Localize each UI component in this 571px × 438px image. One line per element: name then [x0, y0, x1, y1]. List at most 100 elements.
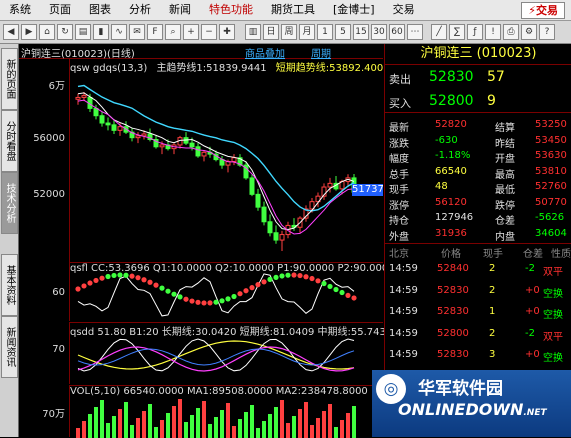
menu-page[interactable]: 页面 [40, 0, 80, 20]
menu-futures-tools[interactable]: 期货工具 [262, 0, 324, 20]
watermark-en: ONLINEDOWN.NET [398, 400, 547, 419]
quote-field-value: 53250 [535, 119, 567, 130]
tick-header: 北京 价格 现手 仓差 性质 [385, 243, 571, 260]
trade-button-label: 交易 [536, 4, 558, 17]
period-1-icon[interactable]: 1 [317, 24, 333, 40]
qsfl-dot [105, 273, 111, 280]
back-icon[interactable]: ◀ [3, 24, 19, 40]
quote-field-label: 仓差 [495, 216, 515, 227]
qsfl-dot [213, 299, 219, 305]
tick-row[interactable]: 14:59 52830 2 +0 空换 [385, 284, 571, 300]
qsfl-dot [309, 275, 315, 282]
minute-chart-icon[interactable]: ∿ [111, 24, 127, 40]
tick-qty: 2 [489, 327, 496, 339]
volume-bar [208, 424, 212, 438]
candle-body [189, 142, 195, 148]
quote-field-label: 开盘 [495, 154, 515, 165]
tick-row[interactable]: 14:59 52840 2 -2 双平 [385, 262, 571, 278]
qsfl-dot [99, 275, 105, 281]
quote-field-label: 现手 [389, 185, 409, 196]
candle-body [267, 221, 273, 234]
tick-row[interactable]: 14:59 52830 1 +0 空换 [385, 305, 571, 321]
qsfl-dot [237, 291, 243, 297]
tick-header-qty: 现手 [483, 249, 503, 260]
period-button[interactable]: 周期 [311, 45, 331, 60]
tab-intraday[interactable]: 分时看盘 [1, 110, 18, 172]
qsfl-dot [243, 288, 249, 294]
volume-chart[interactable] [69, 385, 383, 438]
main-chart[interactable] [69, 70, 383, 262]
candle-body [117, 126, 123, 131]
volume-bar [250, 405, 254, 438]
quote-field-value: 52760 [535, 181, 567, 192]
search-icon[interactable]: ⌕ [165, 24, 181, 40]
qsfl-dot [159, 285, 165, 291]
overlay-button[interactable]: 商品叠加 [245, 45, 285, 60]
custom-period-icon[interactable]: ⋯ [407, 24, 423, 40]
qsfl-dot [81, 283, 87, 289]
qsfl-dot [165, 288, 171, 294]
menu-news[interactable]: 新闻 [160, 0, 200, 20]
vol-ytick: 70万 [42, 409, 65, 420]
cross-icon[interactable]: ✚ [219, 24, 235, 40]
volume-bar [286, 423, 290, 438]
zoom-in-icon[interactable]: + [183, 24, 199, 40]
volume-bar [310, 425, 314, 438]
period-month-icon[interactable]: 月 [299, 24, 315, 40]
buy-label: 买入 [389, 97, 411, 110]
indicator-icon[interactable]: ∑ [449, 24, 465, 40]
zoom-out-icon[interactable]: − [201, 24, 217, 40]
print-icon[interactable]: ⎙ [503, 24, 519, 40]
quote-field-label: 最新 [389, 123, 409, 134]
menu-system[interactable]: 系统 [0, 0, 40, 20]
menu-trade[interactable]: 交易 [384, 0, 424, 20]
tab-news[interactable]: 新闻资讯 [1, 316, 18, 378]
tick-row[interactable]: 14:59 52800 2 -2 双平 [385, 327, 571, 343]
qsfl-dot [93, 277, 99, 284]
trade-button[interactable]: ⚡交易 [521, 2, 565, 19]
side-tabs: 新的页面 分时看盘 技术分析 基本资料 新闻资讯 [0, 44, 19, 437]
main-y-axis: 6万 56000 52000 [19, 59, 70, 262]
volume-bar [88, 414, 92, 438]
period-60-icon[interactable]: 60 [389, 24, 405, 40]
vol-y-axis: 70万 [19, 385, 70, 437]
help-icon[interactable]: ? [539, 24, 555, 40]
tick-price: 52830 [437, 306, 469, 317]
formula-icon[interactable]: ƒ [467, 24, 483, 40]
news-icon[interactable]: ✉ [129, 24, 145, 40]
tab-technical[interactable]: 技术分析 [1, 172, 18, 234]
f10-icon[interactable]: F [147, 24, 163, 40]
period-30-icon[interactable]: 30 [371, 24, 387, 40]
qsfl-dot [327, 283, 333, 290]
period-week-icon[interactable]: 周 [281, 24, 297, 40]
forward-icon[interactable]: ▶ [21, 24, 37, 40]
bar-chart-icon[interactable]: ▥ [245, 24, 261, 40]
menu-features[interactable]: 特色功能 [200, 0, 262, 20]
menu-chart[interactable]: 图表 [80, 0, 120, 20]
period-5-icon[interactable]: 5 [335, 24, 351, 40]
quote-icon[interactable]: ▤ [75, 24, 91, 40]
tick-row[interactable]: 14:59 52830 3 +0 空换 [385, 348, 571, 364]
mid-trend-line [77, 99, 355, 235]
qsfl-dot [321, 280, 327, 287]
qsfl-dot [261, 279, 267, 285]
refresh-icon[interactable]: ↻ [57, 24, 73, 40]
quote-field-label: 涨跌 [389, 138, 409, 150]
tab-new-page[interactable]: 新的页面 [1, 48, 18, 110]
candle-body [195, 146, 201, 157]
qsfl-chart[interactable] [69, 262, 383, 322]
draw-line-icon[interactable]: ╱ [431, 24, 447, 40]
period-day-icon[interactable]: 日 [263, 24, 279, 40]
menu-analysis[interactable]: 分析 [120, 0, 160, 20]
volume-bar [316, 418, 320, 438]
volume-bar [268, 414, 272, 438]
kline-icon[interactable]: ▮ [93, 24, 109, 40]
qsdd-chart[interactable] [69, 322, 383, 385]
quote-field-label: 幅度 [389, 154, 409, 165]
menu-dr-jin[interactable]: [金博士] [324, 0, 384, 20]
settings-icon[interactable]: ⚙ [521, 24, 537, 40]
tab-fundamentals[interactable]: 基本资料 [1, 254, 18, 316]
home-icon[interactable]: ⌂ [39, 24, 55, 40]
period-15-icon[interactable]: 15 [353, 24, 369, 40]
alert-icon[interactable]: ! [485, 24, 501, 40]
